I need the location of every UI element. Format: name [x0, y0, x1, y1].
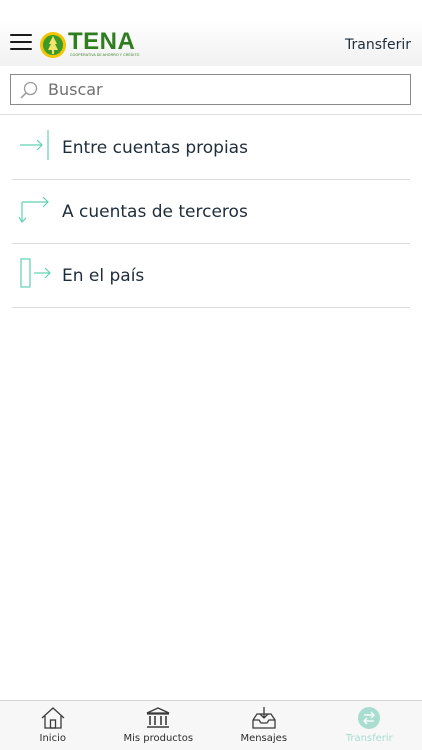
transfer-icon — [358, 707, 381, 729]
tab-mis-productos[interactable]: Mis productos — [106, 701, 212, 750]
logo-wordmark: TENA — [68, 28, 136, 55]
search-icon — [20, 81, 38, 99]
logo-emblem-icon — [40, 32, 66, 58]
transfer-third-party-icon — [18, 196, 49, 223]
logo-subtext: COOPERATIVA DE AHORRO Y CRÉDITO — [70, 53, 140, 57]
inbox-icon — [252, 707, 276, 729]
bottom-tab-bar: Inicio Mis productos Mensajes Transferir — [0, 700, 422, 750]
app-header: TENA COOPERATIVA DE AHORRO Y CRÉDITO Tra… — [0, 0, 422, 66]
home-icon — [41, 707, 65, 729]
bank-icon — [146, 707, 170, 728]
brand-logo: TENA COOPERATIVA DE AHORRO Y CRÉDITO — [39, 28, 140, 59]
transfer-options-list: Entre cuentas propias A cuentas de terce… — [12, 116, 410, 308]
menu-item-domestic[interactable]: En el país — [12, 244, 410, 308]
page-title: Transferir — [345, 37, 411, 53]
menu-item-label: Entre cuentas propias — [62, 138, 248, 158]
transfer-own-accounts-icon — [20, 130, 49, 160]
menu-item-own-accounts[interactable]: Entre cuentas propias — [12, 116, 410, 180]
tab-label: Inicio — [39, 733, 66, 744]
hamburger-menu-icon[interactable] — [10, 34, 32, 52]
tab-inicio[interactable]: Inicio — [0, 701, 106, 750]
tab-label: Mensajes — [240, 733, 288, 744]
section-divider — [0, 114, 422, 115]
menu-item-third-party[interactable]: A cuentas de terceros — [12, 180, 410, 244]
search-input[interactable] — [48, 75, 403, 104]
tab-label: Mis productos — [123, 733, 194, 744]
menu-item-label: En el país — [62, 266, 145, 286]
search-bar — [10, 74, 411, 105]
tab-mensajes[interactable]: Mensajes — [211, 701, 317, 750]
menu-item-label: A cuentas de terceros — [62, 202, 248, 222]
transfer-domestic-icon — [20, 258, 51, 288]
tab-transferir[interactable]: Transferir — [317, 701, 422, 750]
tab-label: Transferir — [345, 733, 393, 744]
